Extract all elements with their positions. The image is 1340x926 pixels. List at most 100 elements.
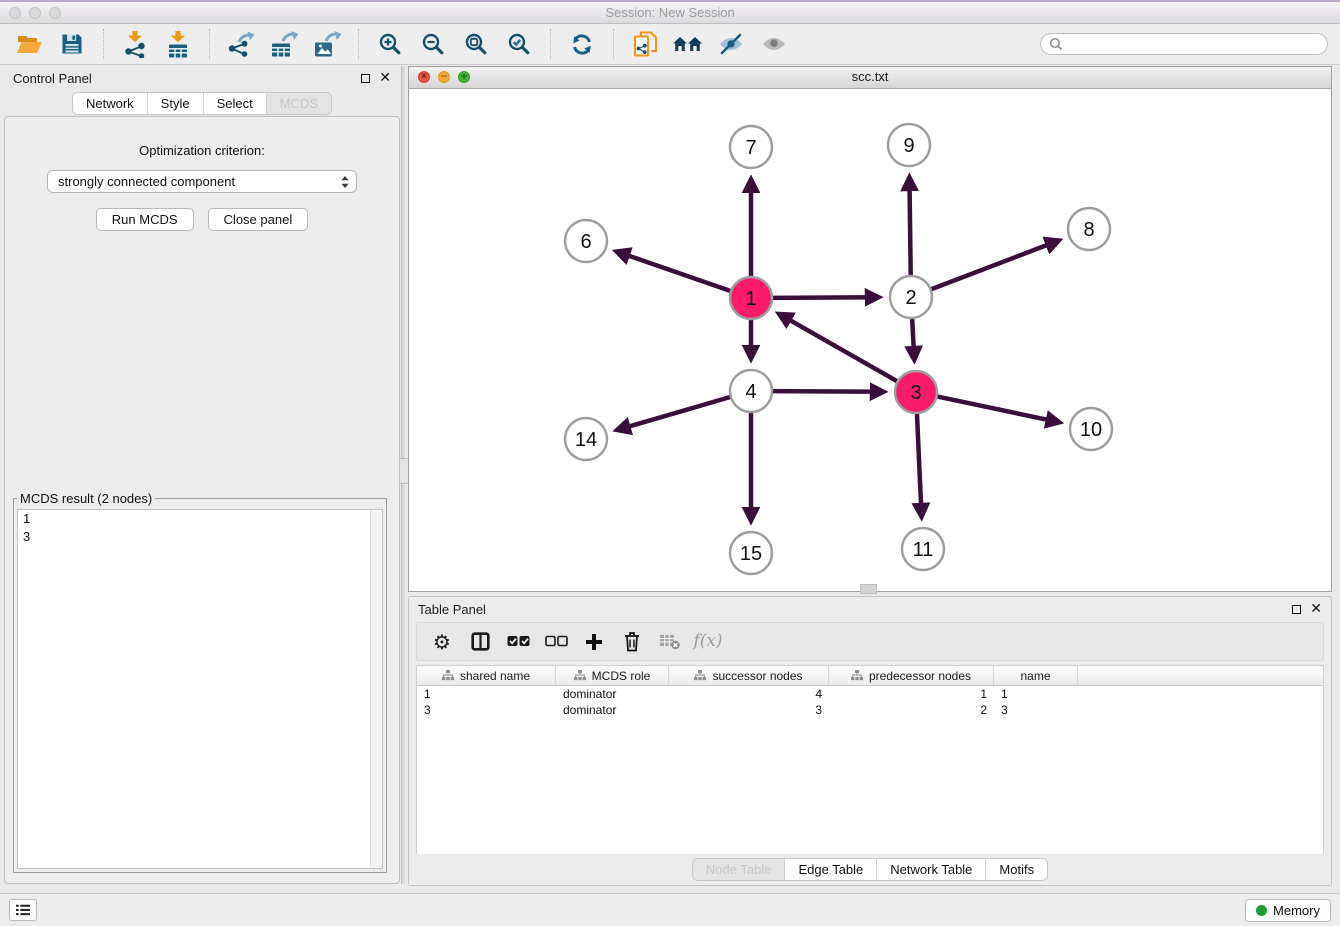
column-header-name[interactable]: name [994, 666, 1078, 686]
node-10[interactable]: 10 [1070, 408, 1112, 450]
edge-4-3[interactable] [773, 391, 883, 392]
column-header-successor-nodes[interactable]: successor nodes [669, 666, 829, 686]
cell-successor-nodes[interactable]: 4 [669, 686, 829, 702]
cell-mcds-role[interactable]: dominator [556, 686, 669, 702]
import-network-button[interactable] [118, 28, 152, 60]
create-column-button[interactable] [579, 627, 609, 657]
result-scrollbar[interactable] [370, 510, 382, 868]
cell-successor-nodes[interactable]: 3 [669, 702, 829, 718]
node-1[interactable]: 1 [730, 277, 772, 319]
tab-network[interactable]: Network [73, 93, 147, 114]
unchecked-boxes-icon [545, 635, 568, 648]
export-table-button[interactable] [267, 28, 301, 60]
task-history-button[interactable] [9, 899, 37, 921]
tab-select[interactable]: Select [203, 93, 266, 114]
toolbar-separator [103, 29, 104, 59]
node-9[interactable]: 9 [888, 124, 930, 166]
search-input[interactable] [1068, 36, 1319, 52]
show-columns-button[interactable] [465, 627, 495, 657]
import-table-button[interactable] [161, 28, 195, 60]
close-panel-icon-button[interactable]: ✕ [379, 71, 391, 85]
open-session-button[interactable] [12, 28, 46, 60]
close-table-panel-button[interactable]: ✕ [1310, 602, 1322, 616]
close-panel-button[interactable]: Close panel [208, 208, 309, 231]
node-3[interactable]: 3 [895, 371, 937, 413]
table-options-button[interactable]: ⚙ [427, 627, 457, 657]
table-row[interactable]: 1 dominator 4 1 1 [417, 686, 1323, 702]
float-panel-button[interactable] [361, 74, 370, 83]
refresh-view-button[interactable] [565, 28, 599, 60]
edge-1-6[interactable] [617, 252, 730, 291]
mcds-result-item: 1 [18, 510, 382, 528]
node-label: 11 [913, 539, 934, 561]
zoom-in-button[interactable] [373, 28, 407, 60]
edge-2-8[interactable] [932, 241, 1059, 289]
column-header-shared-name[interactable]: shared name [417, 666, 556, 686]
mcds-result-list[interactable]: 1 3 [17, 509, 383, 869]
cell-shared-name[interactable]: 3 [417, 702, 556, 718]
cell-predecessor-nodes[interactable]: 2 [829, 702, 994, 718]
zoom-selected-button[interactable] [502, 28, 536, 60]
function-builder-button[interactable]: f(x) [693, 627, 723, 657]
node-label: 4 [745, 381, 756, 403]
delete-columns-button[interactable] [617, 627, 647, 657]
horizontal-splitter-grip[interactable] [860, 584, 877, 594]
tab-edge-table[interactable]: Edge Table [784, 859, 876, 880]
clone-network-button[interactable] [628, 28, 662, 60]
column-header-filler [1078, 666, 1323, 686]
edge-3-10[interactable] [938, 397, 1059, 423]
zoom-fit-button[interactable] [459, 28, 493, 60]
column-header-mcds-role[interactable]: MCDS role [556, 666, 669, 686]
edge-2-3[interactable] [912, 319, 914, 359]
save-session-button[interactable] [55, 28, 89, 60]
select-all-columns-button[interactable] [503, 627, 533, 657]
node-2[interactable]: 2 [890, 276, 932, 318]
edge-1-2[interactable] [773, 297, 878, 298]
edge-2-9[interactable] [909, 178, 910, 275]
hide-selected-button[interactable] [714, 28, 748, 60]
node-11[interactable]: 11 [902, 528, 944, 570]
eye-icon [761, 33, 787, 55]
tab-style[interactable]: Style [147, 93, 203, 114]
refresh-icon [570, 33, 594, 56]
zoom-out-button[interactable] [416, 28, 450, 60]
node-4[interactable]: 4 [730, 370, 772, 412]
network-canvas[interactable]: 7 9 6 8 1 2 4 3 14 10 15 11 [409, 89, 1331, 592]
node-table: shared name MCDS role successor nodes pr… [416, 665, 1324, 854]
optimization-criterion-select[interactable]: strongly connected component [47, 170, 357, 193]
hierarchy-icon [574, 670, 586, 681]
node-15[interactable]: 15 [730, 532, 772, 574]
cell-mcds-role[interactable]: dominator [556, 702, 669, 718]
delete-table-button[interactable] [655, 627, 685, 657]
run-mcds-button[interactable]: Run MCDS [96, 208, 194, 231]
table-row[interactable]: 3 dominator 3 2 3 [417, 702, 1323, 718]
export-network-button[interactable] [224, 28, 258, 60]
edge-3-11[interactable] [917, 414, 922, 516]
first-neighbors-button[interactable] [671, 28, 705, 60]
column-header-predecessor-nodes[interactable]: predecessor nodes [829, 666, 994, 686]
cell-predecessor-nodes[interactable]: 1 [829, 686, 994, 702]
tab-node-table[interactable]: Node Table [693, 859, 785, 880]
unselect-all-columns-button[interactable] [541, 627, 571, 657]
tab-mcds[interactable]: MCDS [266, 93, 331, 114]
node-7[interactable]: 7 [730, 126, 772, 168]
node-label: 8 [1083, 219, 1094, 241]
edge-3-1[interactable] [780, 314, 897, 381]
tab-motifs[interactable]: Motifs [985, 859, 1047, 880]
open-folder-icon [16, 32, 43, 56]
table-tabs: Node Table Edge Table Network Table Moti… [409, 854, 1331, 885]
node-6[interactable]: 6 [565, 220, 607, 262]
memory-button[interactable]: Memory [1245, 899, 1331, 922]
cell-shared-name[interactable]: 1 [417, 686, 556, 702]
hierarchy-icon [442, 670, 454, 681]
panel-splitter[interactable] [401, 66, 405, 884]
float-table-panel-button[interactable] [1292, 605, 1301, 614]
export-image-button[interactable] [310, 28, 344, 60]
node-14[interactable]: 14 [565, 418, 607, 460]
tab-network-table[interactable]: Network Table [876, 859, 985, 880]
show-all-button[interactable] [757, 28, 791, 60]
edge-4-14[interactable] [618, 397, 730, 430]
node-8[interactable]: 8 [1068, 208, 1110, 250]
cell-name[interactable]: 3 [994, 702, 1078, 718]
cell-name[interactable]: 1 [994, 686, 1078, 702]
